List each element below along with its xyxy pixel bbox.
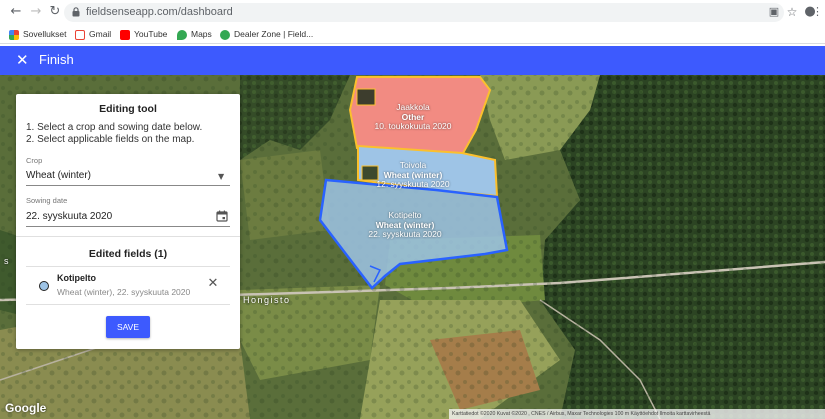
editing-tool-panel: Editing tool 1. Select a crop and sowing… [16,94,240,349]
field-date: 10. toukokuuta 2020 [374,121,452,131]
sowing-date-input[interactable]: 22. syyskuuta 2020 [26,211,112,222]
edited-field-detail: Wheat (winter), 22. syyskuuta 2020 [57,287,191,297]
bookmark-gmail[interactable]: Gmail [75,27,111,41]
crop-select[interactable]: Wheat (winter) [26,170,91,181]
bookmarks-bar: Sovellukset Gmail YouTube Maps Dealer Zo… [0,24,825,44]
apps-grid-icon [9,29,19,40]
reload-icon[interactable]: ↻ [47,4,63,20]
divider [26,266,230,267]
gmail-icon [75,29,85,40]
translate-icon[interactable]: ▣ [766,4,782,20]
instruction-step-1: 1. Select a crop and sowing date below. [26,122,203,133]
bookmark-apps[interactable]: Sovellukset [9,27,66,41]
crop-underline [26,185,230,186]
star-icon[interactable]: ☆ [784,4,800,20]
chevron-down-icon[interactable]: ▼ [218,172,224,181]
place-label-left: s [4,256,9,266]
field-label-jaakkola[interactable]: Jaakkola Other 10. toukokuuta 2020 [353,102,473,132]
url-text: fieldsenseapp.com/dashboard [86,6,233,18]
divider [26,304,230,305]
field-label-kotipelto[interactable]: Kotipelto Wheat (winter) 22. syyskuuta 2… [345,210,465,240]
field-date: 12. syyskuuta 2020 [376,179,450,189]
instruction-step-2: 2. Select applicable fields on the map. [26,134,195,145]
bookmark-label: Gmail [89,29,112,39]
finish-button[interactable]: Finish [39,52,74,67]
browser-chrome: ← → ↻ fieldsenseapp.com/dashboard ▣ ☆ ● … [0,0,825,46]
divider [16,236,240,237]
field-date: 22. syyskuuta 2020 [368,229,442,239]
back-icon[interactable]: ← [8,4,24,20]
sowing-date-label: Sowing date [26,196,68,205]
app-header: ✕ Finish [0,46,825,75]
sowing-date-underline [26,226,230,227]
edited-field-name: Kotipelto [57,273,96,283]
bookmark-label: YouTube [134,29,168,39]
google-logo: Google [5,401,47,415]
bookmark-youtube[interactable]: YouTube [120,27,167,41]
panel-title: Editing tool [99,103,157,115]
field-label-toivola[interactable]: Toivola Wheat (winter) 12. syyskuuta 202… [353,160,473,190]
dealer-zone-icon [220,29,230,40]
lock-icon [72,7,80,17]
place-label: Hongisto [243,295,291,305]
field-color-dot [39,281,49,291]
forward-icon[interactable]: → [28,4,44,20]
crop-label: Crop [26,156,43,165]
remove-field-icon[interactable]: ✕ [206,277,220,291]
menu-icon[interactable]: ⋮ [812,4,823,20]
bookmark-label: Maps [191,29,212,39]
edited-fields-title: Edited fields (1) [88,248,168,260]
map-attribution[interactable]: Karttatiedot ©2020 Kuvat ©2020 , CNES / … [449,409,825,419]
close-icon[interactable]: ✕ [16,52,32,68]
bookmark-maps[interactable]: Maps [177,27,212,41]
bookmark-dealer-zone[interactable]: Dealer Zone | Field... [220,27,313,41]
address-row: ← → ↻ fieldsenseapp.com/dashboard ▣ ☆ ● … [0,0,825,24]
save-button[interactable]: SAVE [106,316,150,338]
youtube-icon [120,29,130,40]
maps-pin-icon [177,29,187,40]
calendar-icon[interactable] [216,210,228,222]
bookmark-label: Dealer Zone | Field... [234,29,314,39]
address-bar[interactable]: fieldsenseapp.com/dashboard [64,3,784,22]
bookmark-label: Sovellukset [23,29,67,39]
